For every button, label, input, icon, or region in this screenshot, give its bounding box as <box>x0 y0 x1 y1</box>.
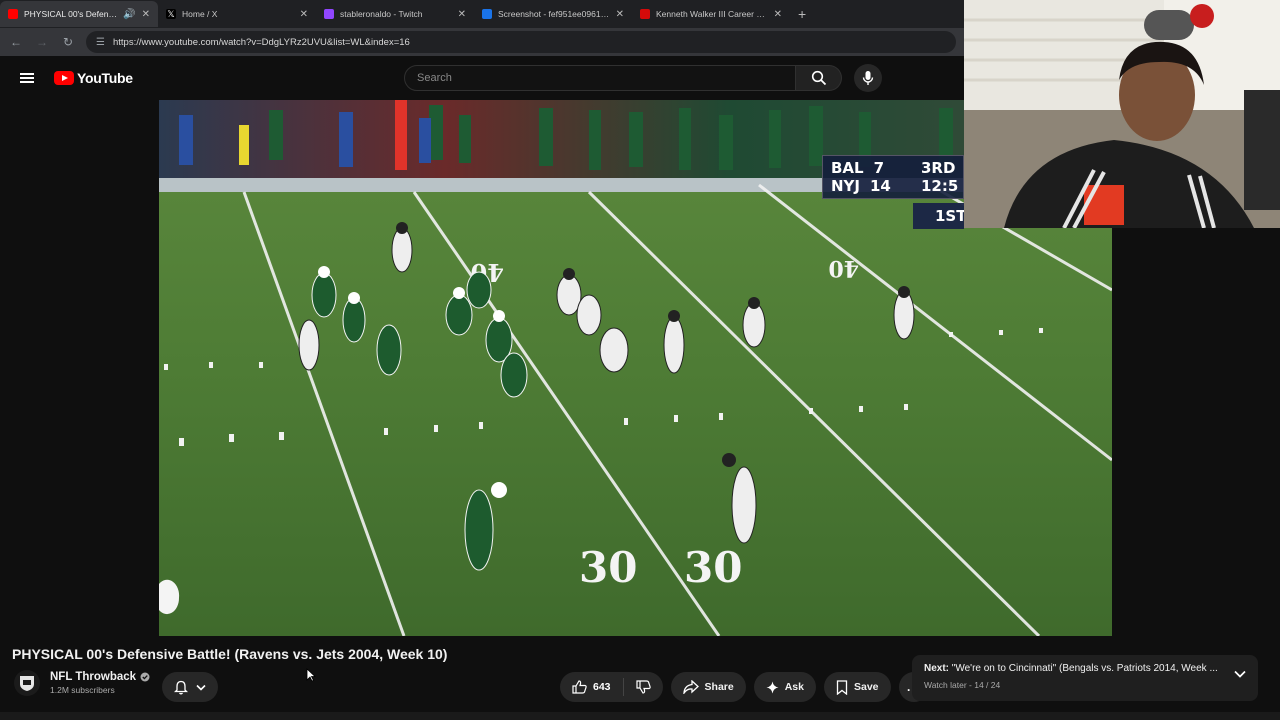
like-dislike-group: 643 <box>560 672 663 702</box>
tab-x[interactable]: 𝕏 Home / X ✕ <box>158 1 316 27</box>
channel-avatar[interactable] <box>14 670 40 696</box>
video-title: PHYSICAL 00's Defensive Battle! (Ravens … <box>12 646 448 662</box>
team2-score: 14 <box>870 177 891 195</box>
game-clock: 12:5 <box>921 177 959 195</box>
close-tab-icon[interactable]: ✕ <box>458 9 466 20</box>
tab-title: Kenneth Walker III Career Stats <box>656 9 768 19</box>
tab-title: stableronaldo - Twitch <box>340 9 423 19</box>
like-count: 643 <box>593 681 611 693</box>
notifications-button[interactable] <box>162 672 218 702</box>
search-icon <box>811 70 826 86</box>
address-bar-row: ← → ↻ ☰ https://www.youtube.com/watch?v=… <box>0 28 964 56</box>
close-tab-icon[interactable]: ✕ <box>300 9 308 20</box>
chevron-down-icon <box>196 684 206 691</box>
thumbs-down-icon <box>635 680 651 694</box>
twitch-favicon-icon <box>324 9 334 19</box>
youtube-logo[interactable]: YouTube <box>54 70 133 86</box>
next-prefix: Next: <box>924 663 950 674</box>
new-tab-icon[interactable]: + <box>790 6 814 22</box>
thumbs-up-icon <box>572 680 587 694</box>
search-box <box>404 65 796 91</box>
url-text: https://www.youtube.com/watch?v=DdgLYRz2… <box>112 36 410 48</box>
webcam-overlay <box>964 0 1280 228</box>
next-video-title: "We're on to Cincinnati" (Bengals vs. Pa… <box>951 663 1218 674</box>
share-label: Share <box>704 681 734 693</box>
tab-title: Screenshot - fef951ee096158 <box>498 9 610 19</box>
site-settings-icon[interactable]: ☰ <box>96 37 105 48</box>
quarter: 3RD <box>921 159 956 177</box>
down-indicator: 1ST <box>913 203 966 229</box>
bell-icon <box>174 680 188 694</box>
screen: PHYSICAL 00's Defensive B 🔊 ✕ 𝕏 Home / X… <box>0 0 1280 720</box>
team1-name: BAL <box>831 159 864 177</box>
video-actions: 643 Share Ask Save ... <box>560 672 929 702</box>
tab-youtube[interactable]: PHYSICAL 00's Defensive B 🔊 ✕ <box>0 1 158 27</box>
channel-name[interactable]: NFL Throwback <box>50 671 136 683</box>
tab-title: Home / X <box>182 9 218 19</box>
share-button[interactable]: Share <box>670 672 746 702</box>
menu-icon[interactable] <box>0 73 54 83</box>
channel-name-row: NFL Throwback <box>50 671 150 683</box>
tab-screenshot[interactable]: Screenshot - fef951ee096158 ✕ <box>474 1 632 27</box>
youtube-header: YouTube <box>0 56 964 100</box>
yard-number: 30 <box>579 543 637 592</box>
yard-number: 30 <box>684 543 742 592</box>
search-button[interactable] <box>796 65 842 91</box>
reload-icon[interactable]: ↻ <box>60 35 76 49</box>
share-icon <box>682 680 699 694</box>
back-icon[interactable]: ← <box>8 35 24 49</box>
ask-button[interactable]: Ask <box>753 672 816 702</box>
scoreboard: BAL 7 NYJ 14 3RD 12:5 <box>822 155 964 199</box>
playlist-next-card[interactable]: Next: "We're on to Cincinnati" (Bengals … <box>912 655 1258 701</box>
tab-twitch[interactable]: stableronaldo - Twitch ✕ <box>316 1 474 27</box>
save-button[interactable]: Save <box>823 672 891 702</box>
tab-stats[interactable]: Kenneth Walker III Career Stats ✕ <box>632 1 790 27</box>
like-button[interactable]: 643 <box>560 678 624 696</box>
screenshot-favicon-icon <box>482 9 492 19</box>
forward-icon[interactable]: → <box>34 35 50 49</box>
team1-score: 7 <box>873 159 885 177</box>
save-label: Save <box>853 681 879 693</box>
youtube-play-icon <box>54 71 74 85</box>
next-video-line: Next: "We're on to Cincinnati" (Bengals … <box>924 663 1220 674</box>
page-bottom-edge <box>0 712 1280 720</box>
logo-text: YouTube <box>77 70 133 86</box>
team2-name: NYJ <box>831 177 860 195</box>
streamer-webcam-image <box>964 0 1280 228</box>
search-input[interactable] <box>417 72 795 84</box>
close-tab-icon[interactable]: ✕ <box>774 9 782 20</box>
quarter-clock: 3RD 12:5 <box>921 159 958 195</box>
microphone-icon <box>862 71 874 85</box>
ask-label: Ask <box>784 681 804 693</box>
dislike-button[interactable] <box>624 680 663 694</box>
stats-favicon-icon <box>640 9 650 19</box>
mouse-cursor-icon <box>306 668 316 682</box>
verified-icon <box>140 672 150 682</box>
chevron-down-icon[interactable] <box>1234 670 1246 678</box>
x-favicon-icon: 𝕏 <box>166 9 176 19</box>
browser-tab-bar: PHYSICAL 00's Defensive B 🔊 ✕ 𝕏 Home / X… <box>0 0 964 28</box>
url-field[interactable]: ☰ https://www.youtube.com/watch?v=DdgLYR… <box>86 31 956 53</box>
close-tab-icon[interactable]: ✕ <box>142 9 150 20</box>
youtube-favicon-icon <box>8 9 18 19</box>
channel-info: NFL Throwback 1.2M subscribers <box>14 670 150 696</box>
voice-search-button[interactable] <box>854 64 882 92</box>
nfl-shield-icon <box>20 676 34 691</box>
yard-number: 40 <box>828 255 859 281</box>
close-tab-icon[interactable]: ✕ <box>616 9 624 20</box>
tab-title: PHYSICAL 00's Defensive B <box>24 9 117 19</box>
bookmark-icon <box>836 679 848 695</box>
speaker-icon: 🔊 <box>123 8 136 20</box>
playlist-position: Watch later - 14 / 24 <box>924 680 1001 690</box>
sparkle-icon <box>766 681 779 693</box>
subscriber-count: 1.2M subscribers <box>50 685 115 695</box>
